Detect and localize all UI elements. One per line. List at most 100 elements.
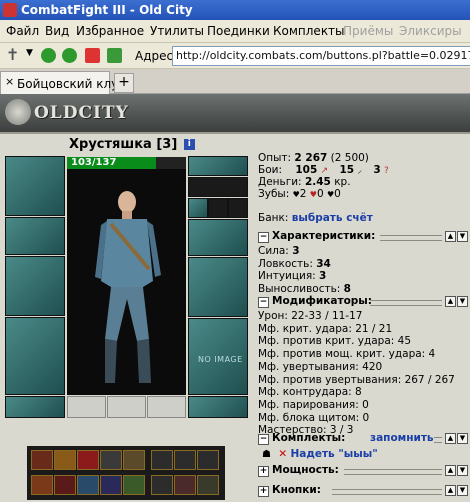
bracers-slot[interactable] xyxy=(5,217,65,255)
arrow-down-icon[interactable]: ▼ xyxy=(457,485,468,496)
arrow-down-icon[interactable]: ▼ xyxy=(457,433,468,444)
character-name: Хрустяшка xyxy=(69,137,152,152)
delete-set-icon[interactable]: ✕ xyxy=(278,448,287,460)
boots-slot[interactable] xyxy=(188,396,248,418)
teeth-label: Зубы: xyxy=(258,188,290,200)
stop-icon[interactable] xyxy=(85,48,100,63)
arrow-down-icon[interactable]: ▼ xyxy=(457,465,468,476)
chevron-down-icon[interactable]: ▼ xyxy=(26,48,33,58)
back-icon[interactable] xyxy=(41,48,56,63)
collapse-icon[interactable]: − xyxy=(258,434,269,445)
characteristics-list: Сила: 3 Ловкость: 34 Интуиция: 3 Выносли… xyxy=(258,245,351,296)
tab-fight-club[interactable]: × Бойцовский клуб xyxy=(0,71,126,94)
section-modifiers: − Модификаторы: ▲ ▼ xyxy=(258,295,468,309)
modifier-row: Мф. контрудара: 8 xyxy=(258,386,362,399)
menu-techniques[interactable]: Приёмы xyxy=(343,24,393,38)
menu-favorites[interactable]: Избранное xyxy=(76,24,144,38)
section-rule xyxy=(380,235,442,241)
modifier-row: Мф. против мощ. крит. удара: 4 xyxy=(258,348,436,361)
weapon-right-slot[interactable] xyxy=(188,257,248,317)
empty-slot-icon[interactable] xyxy=(151,475,173,495)
character-figure-drawing xyxy=(95,191,161,383)
section-title: Кнопки: xyxy=(272,484,321,496)
menu-utilities[interactable]: Утилиты xyxy=(150,24,204,38)
expand-icon[interactable]: + xyxy=(258,486,269,497)
blood-icon[interactable] xyxy=(54,475,76,495)
pin-icon[interactable]: ✝ xyxy=(6,45,19,64)
gloves-slot[interactable] xyxy=(188,219,248,256)
modifiers-list: Урон: 22-33 / 11-17 Мф. крит. удара: 21 … xyxy=(258,310,455,437)
wear-set-link[interactable]: Надеть "ыыы" xyxy=(290,448,377,460)
amulet-slot[interactable] xyxy=(188,177,248,197)
ring-slot-c[interactable] xyxy=(228,198,248,218)
ring-slot-1[interactable] xyxy=(67,396,106,418)
elixir-icon[interactable] xyxy=(197,475,219,495)
tooth-icon: ♥ xyxy=(309,190,317,199)
modifier-row: Мф. увертывания: 420 xyxy=(258,360,383,373)
arrow-up-icon[interactable]: ▲ xyxy=(445,485,456,496)
section-rule xyxy=(344,469,442,475)
fights-draw: 3 xyxy=(373,164,381,176)
menu-elixirs[interactable]: Эликсиры xyxy=(399,24,462,38)
remember-set-link[interactable]: запомнить xyxy=(370,432,434,444)
arrow-down-icon[interactable]: ▼ xyxy=(457,296,468,307)
earrings-slot[interactable] xyxy=(188,156,248,176)
shield-slot[interactable]: NO IMAGE xyxy=(188,318,248,395)
teeth-value-1: 2 xyxy=(299,188,307,200)
empty-slot-icon[interactable] xyxy=(197,450,219,470)
info-icon[interactable]: i xyxy=(183,139,195,150)
ring-slot-a[interactable] xyxy=(188,198,208,218)
weapon-left-slot[interactable] xyxy=(5,256,65,316)
section-rule xyxy=(332,489,442,495)
bank-row: Банк: выбрать счёт xyxy=(258,212,373,225)
earth-icon[interactable] xyxy=(123,475,145,495)
ring-slot-2[interactable] xyxy=(107,396,146,418)
bank-link[interactable]: выбрать счёт xyxy=(292,212,373,224)
address-input[interactable]: http://oldcity.combats.com/buttons.pl?ba… xyxy=(172,46,470,66)
potion-icon[interactable] xyxy=(31,450,53,470)
armor-slot[interactable] xyxy=(5,317,65,395)
refresh-icon[interactable] xyxy=(107,48,122,63)
helmet-slot[interactable] xyxy=(5,156,65,216)
shield-icon[interactable] xyxy=(123,450,145,470)
belt-slot[interactable] xyxy=(5,396,65,418)
ring-slot-3[interactable] xyxy=(147,396,186,418)
section-sets: − Комплекты: запомнить ▲ ▼ xyxy=(258,432,468,446)
arrow-up-icon[interactable]: ▲ xyxy=(445,231,456,242)
arrow-up-icon[interactable]: ▲ xyxy=(445,433,456,444)
arrow-up-icon[interactable]: ▲ xyxy=(445,296,456,307)
elixir-icon[interactable] xyxy=(174,475,196,495)
helmet-icon: ☗ xyxy=(262,449,271,460)
modifier-row: Мф. крит. удара: 21 / 21 xyxy=(258,322,393,335)
shield-emblem-icon xyxy=(5,99,31,125)
fire-icon[interactable] xyxy=(31,475,53,495)
ring-slot-b[interactable] xyxy=(208,198,228,218)
arrow-up-icon[interactable]: ▲ xyxy=(445,465,456,476)
menu-fights[interactable]: Поединки xyxy=(207,24,270,38)
empty-slot-icon[interactable] xyxy=(151,450,173,470)
close-icon[interactable]: × xyxy=(5,75,14,88)
expand-icon[interactable]: + xyxy=(258,466,269,477)
new-tab-button[interactable]: + xyxy=(114,73,134,93)
section-rule xyxy=(434,437,442,443)
menu-file[interactable]: Файл xyxy=(6,24,39,38)
empty-slot-icon[interactable] xyxy=(174,450,196,470)
menu-view[interactable]: Вид xyxy=(45,24,69,38)
heart-icon[interactable] xyxy=(77,450,99,470)
collapse-icon[interactable]: − xyxy=(258,297,269,308)
character-level: [3] xyxy=(156,137,178,152)
dagger-icon[interactable] xyxy=(100,450,122,470)
stat-endurance: Выносливость: 8 xyxy=(258,283,351,296)
menu-sets[interactable]: Комплекты xyxy=(273,24,345,38)
water-icon[interactable] xyxy=(77,475,99,495)
magic-icon[interactable] xyxy=(100,475,122,495)
menu-bar: Файл Вид Избранное Утилиты Поединки Комп… xyxy=(0,20,470,43)
money-value: 2.45 xyxy=(304,176,331,188)
scroll-icon[interactable] xyxy=(54,450,76,470)
arrow-down-icon[interactable]: ▼ xyxy=(457,231,468,242)
tab-label: Бойцовский клуб xyxy=(17,77,126,91)
game-logo: OLDCITY xyxy=(34,103,129,123)
collapse-icon[interactable]: − xyxy=(258,232,269,243)
exp-row: Опыт: 2 267 (2 500) xyxy=(258,152,369,165)
forward-icon[interactable] xyxy=(62,48,77,63)
